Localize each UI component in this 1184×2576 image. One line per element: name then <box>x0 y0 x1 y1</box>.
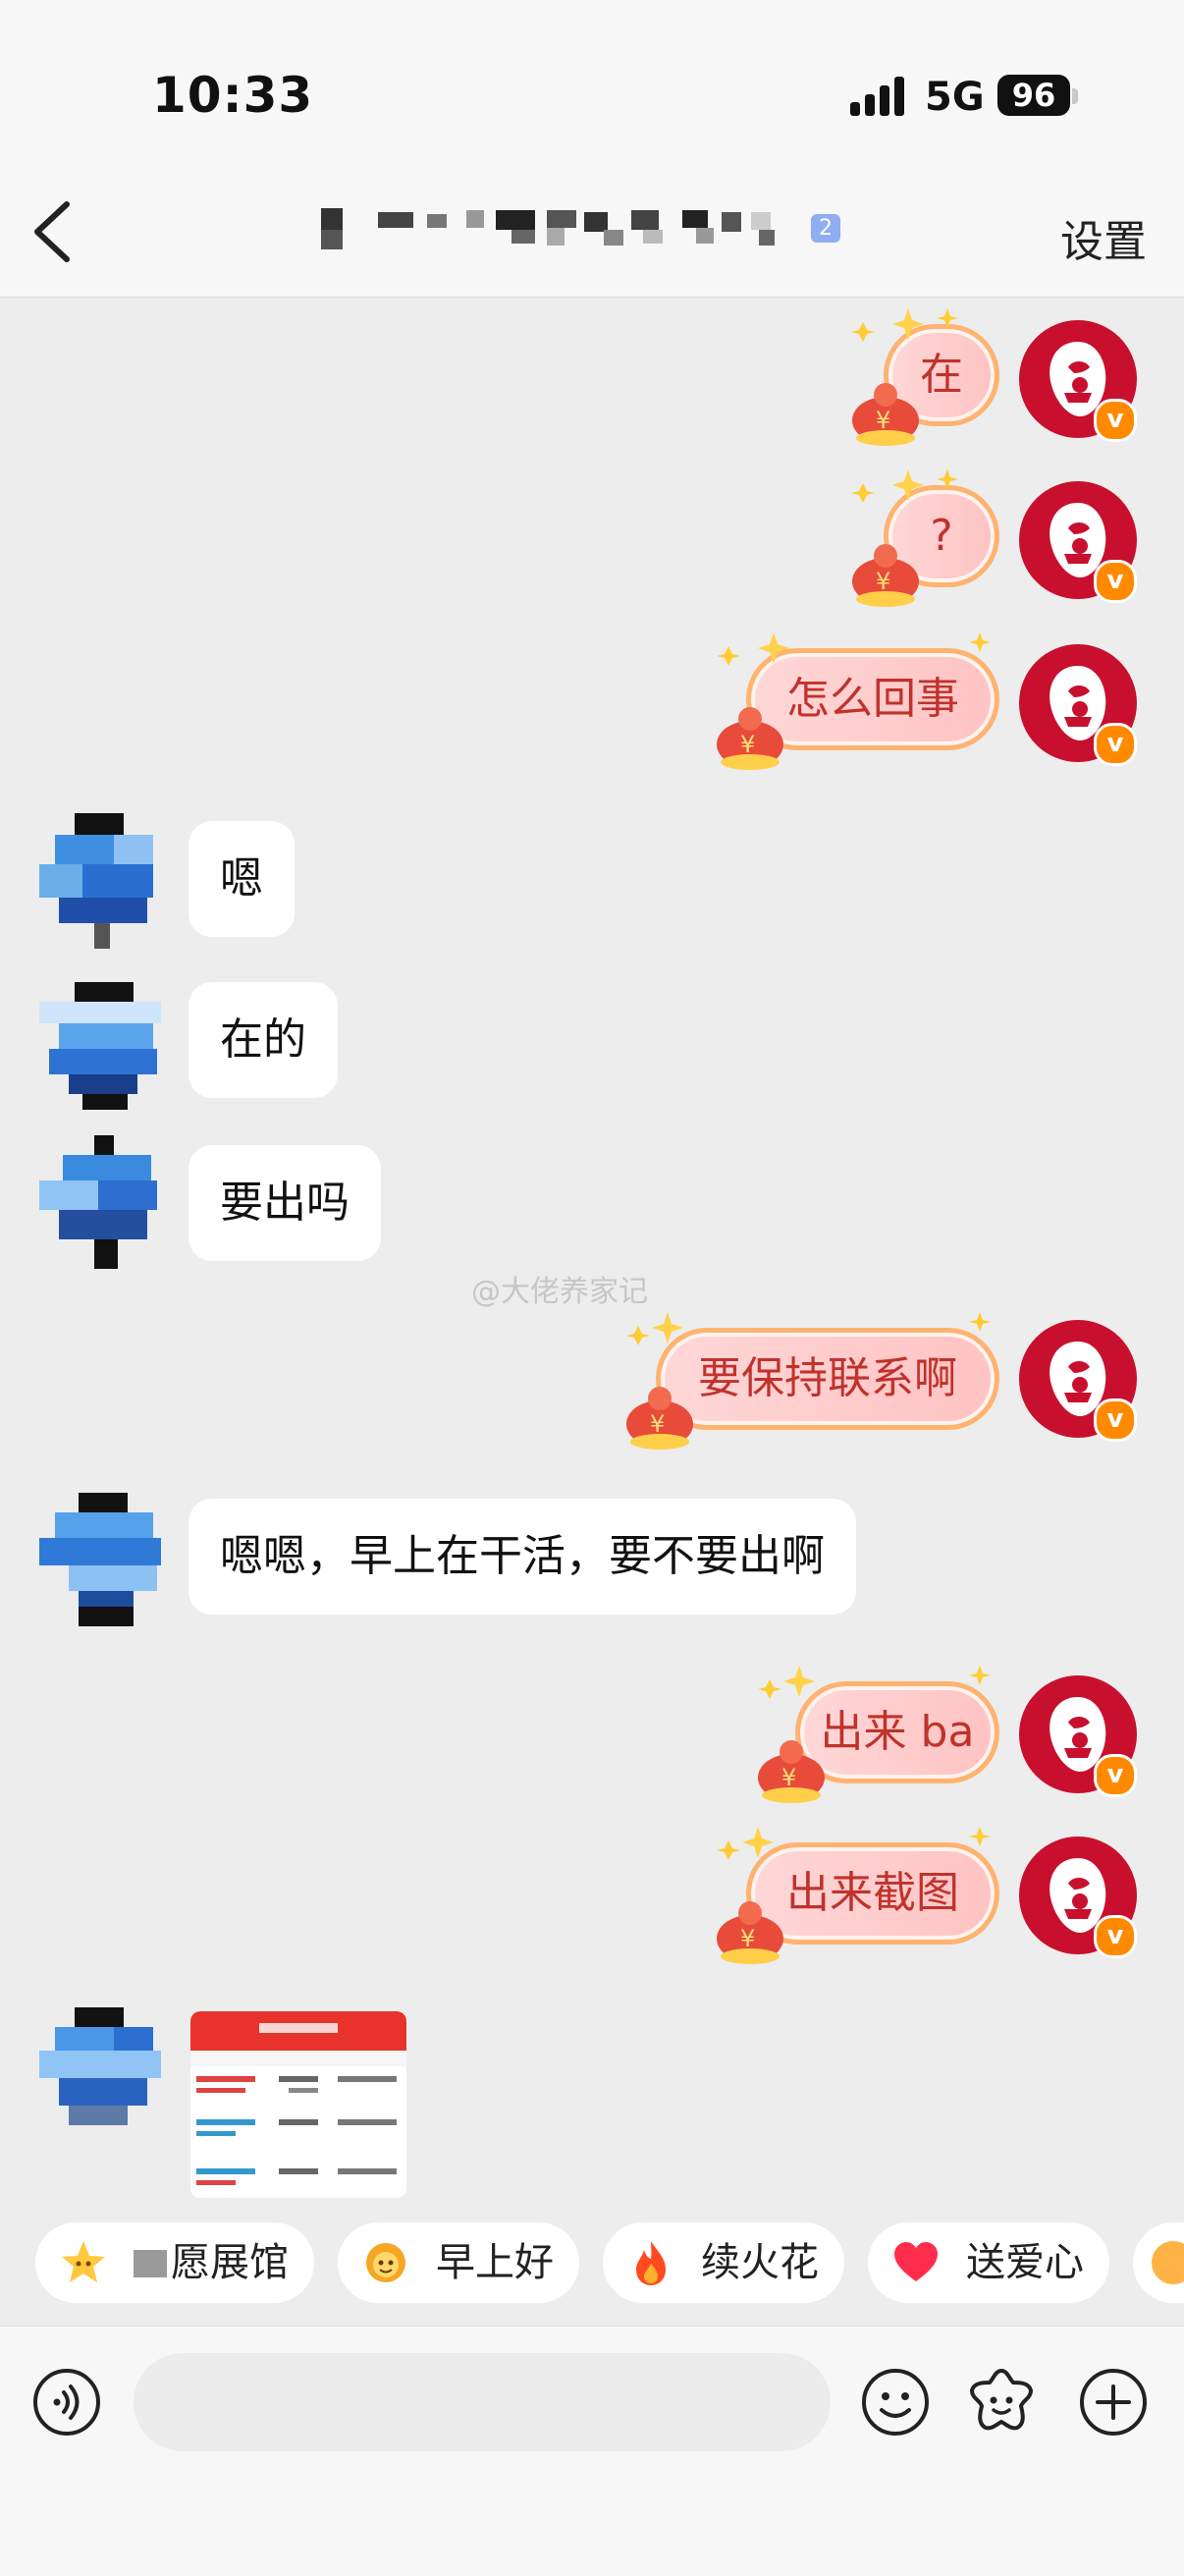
emoji-icon[interactable] <box>860 2367 931 2438</box>
svg-text:¥: ¥ <box>781 1764 796 1791</box>
quick-reply-label: 早上好 <box>436 2240 554 2285</box>
screenshot-thumbnail[interactable] <box>190 2011 406 2198</box>
chat-area <box>0 298 1184 2203</box>
avatar-other[interactable] <box>39 813 161 951</box>
verified-badge-icon: v <box>1094 1398 1137 1442</box>
weibo-watermark: @大佬养家记 <box>471 1275 648 1309</box>
sparkle-icon <box>717 632 991 666</box>
quick-reply-label: 送爱心 <box>966 2240 1084 2285</box>
quick-reply-chip[interactable]: 早上好 <box>338 2222 579 2303</box>
quick-reply-label: 续火花 <box>701 2240 819 2285</box>
svg-text:¥: ¥ <box>650 1410 665 1438</box>
quick-reply-label: 愿展馆 <box>171 2240 289 2285</box>
verified-badge-icon: v <box>1094 399 1137 442</box>
chat-title-mosaic <box>321 208 775 249</box>
message-input[interactable] <box>134 2353 831 2451</box>
sparkle-icon <box>851 469 958 503</box>
sparkle-icon <box>758 1666 991 1699</box>
star-face-icon <box>62 2241 105 2282</box>
lucky-bag-icon: ¥ <box>852 544 919 607</box>
signal-icon <box>850 77 904 116</box>
message-bubble-other[interactable]: 嗯嗯，早上在干活，要不要出啊 <box>188 1499 856 1615</box>
battery-icon: 96 <box>997 75 1070 116</box>
svg-text:¥: ¥ <box>740 731 755 758</box>
message-bubble-other[interactable]: 在的 <box>188 982 338 1098</box>
settings-button[interactable]: 设置 <box>1060 206 1147 269</box>
network-label: 5G <box>925 75 985 120</box>
emoji-icon <box>1152 2241 1184 2284</box>
battery-tip <box>1072 88 1078 104</box>
avatar-other[interactable] <box>39 1135 161 1273</box>
avatar-other[interactable] <box>39 2007 161 2145</box>
verified-badge-icon: v <box>1094 1915 1137 1958</box>
verified-badge-icon: v <box>1094 1754 1137 1797</box>
verified-badge-icon: v <box>1094 560 1137 603</box>
lucky-bag-icon: ¥ <box>626 1387 693 1450</box>
lucky-bag-icon: ¥ <box>852 383 919 446</box>
quick-reply-chip[interactable]: 愿展馆 <box>35 2222 314 2303</box>
message-bubble-other[interactable]: 嗯 <box>188 821 295 937</box>
back-icon[interactable] <box>24 196 82 267</box>
status-time: 10:33 <box>152 67 314 124</box>
heart-icon <box>894 2242 938 2281</box>
lucky-bag-icon: ¥ <box>758 1740 825 1803</box>
chat-title-suffix: 2 <box>811 214 840 243</box>
svg-text:¥: ¥ <box>740 1925 755 1952</box>
fire-icon <box>636 2241 666 2285</box>
message-bubble-other[interactable]: 要出吗 <box>188 1145 381 1261</box>
quick-reply-chip[interactable]: 续火花 <box>603 2222 844 2303</box>
avatar-other[interactable] <box>39 982 161 1120</box>
mosaic-block <box>134 2250 167 2277</box>
svg-text:¥: ¥ <box>876 568 890 595</box>
quick-reply-chip[interactable]: 送爱心 <box>868 2222 1109 2303</box>
sparkle-icon <box>851 308 958 342</box>
sparkle-icon <box>717 1827 991 1860</box>
add-icon[interactable] <box>1078 2367 1149 2438</box>
lucky-bag-icon: ¥ <box>717 707 783 770</box>
avatar-other[interactable] <box>39 1493 161 1630</box>
voice-icon[interactable] <box>31 2367 102 2438</box>
sparkle-icon <box>626 1312 991 1345</box>
sticker-icon[interactable] <box>966 2365 1037 2436</box>
verified-badge-icon: v <box>1094 723 1137 766</box>
lucky-bag-icon: ¥ <box>717 1901 783 1964</box>
svg-text:¥: ¥ <box>876 407 890 434</box>
sun-face-icon <box>366 2243 405 2282</box>
